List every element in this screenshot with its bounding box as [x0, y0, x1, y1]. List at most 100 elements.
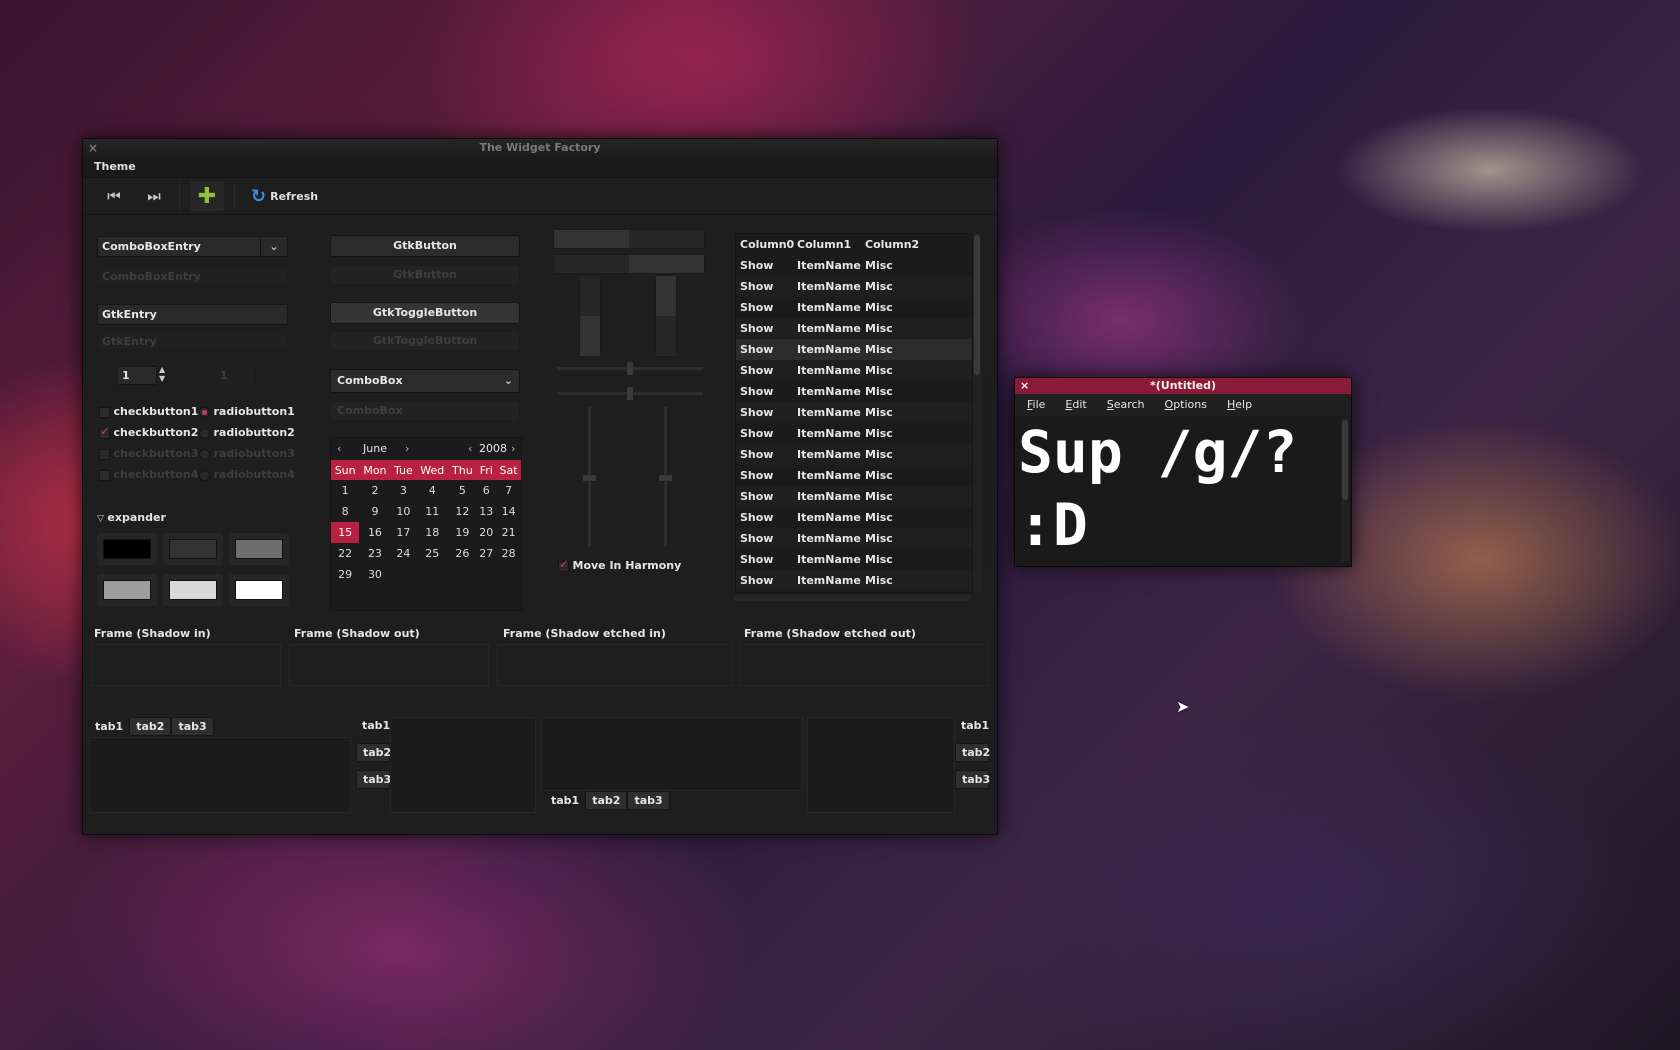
table-row[interactable]: Show ItemName Misc	[736, 255, 972, 276]
color-button-light[interactable]	[163, 574, 223, 606]
table-row[interactable]: Show ItemName Misc	[736, 276, 972, 297]
tab-2[interactable]: tab2	[585, 791, 628, 810]
calendar-day[interactable]: 17	[391, 522, 417, 543]
tab-1[interactable]: tab1	[356, 717, 390, 734]
calendar-day[interactable]: 8	[331, 501, 359, 522]
tab-2[interactable]: tab2	[955, 743, 990, 762]
hscale-slider[interactable]	[627, 387, 633, 400]
factory-titlebar[interactable]: × The Widget Factory	[83, 139, 997, 157]
calendar-day[interactable]: 13	[476, 501, 496, 522]
calendar-day[interactable]: 4	[416, 480, 448, 501]
column-header[interactable]: Column2	[865, 234, 945, 255]
column-header[interactable]: Column0	[736, 234, 797, 255]
scrollbar-thumb[interactable]	[974, 235, 980, 375]
color-button-mid[interactable]	[97, 574, 157, 606]
calendar-day[interactable]: 21	[496, 522, 521, 543]
calendar-day[interactable]: 23	[359, 543, 390, 564]
calendar-day[interactable]: 9	[359, 501, 390, 522]
calendar-day[interactable]: 24	[391, 543, 417, 564]
combo-box[interactable]: ComboBox ⌄	[330, 369, 520, 393]
calendar-day[interactable]: 7	[496, 480, 521, 501]
editor-scrollbar[interactable]	[1341, 418, 1349, 562]
close-icon[interactable]: ×	[88, 139, 98, 157]
tab-1[interactable]: tab1	[545, 792, 585, 809]
menu-file[interactable]: File	[1027, 394, 1045, 416]
calendar-day[interactable]: 2	[359, 480, 390, 501]
checkbutton-2[interactable]: checkbutton2	[99, 424, 198, 439]
table-row[interactable]: Show ItemName Misc	[736, 465, 972, 486]
tab-3[interactable]: tab3	[356, 770, 391, 789]
menu-edit[interactable]: Edit	[1065, 394, 1086, 416]
menu-options[interactable]: Options	[1165, 394, 1207, 416]
calendar-day[interactable]: 22	[331, 543, 359, 564]
table-row[interactable]: Show ItemName Misc	[736, 360, 972, 381]
goto-last-icon[interactable]: ⏭	[139, 183, 169, 209]
tab-3[interactable]: tab3	[955, 770, 990, 789]
vscale-slider[interactable]	[659, 475, 672, 481]
vscale-trough[interactable]	[583, 407, 596, 547]
calendar-day[interactable]: 12	[448, 501, 476, 522]
table-row[interactable]: Show ItemName Misc	[736, 570, 972, 591]
add-icon[interactable]: ✚	[190, 181, 224, 211]
combo-box-entry[interactable]: ComboBoxEntry ⌄	[97, 236, 288, 257]
table-row[interactable]: Show ItemName Misc	[736, 549, 972, 570]
prev-year-icon[interactable]: ‹	[468, 438, 472, 460]
editor-text-area[interactable]: Sup /g/?:D	[1015, 416, 1351, 562]
calendar-day[interactable]: 3	[391, 480, 417, 501]
calendar-day[interactable]: 25	[416, 543, 448, 564]
table-row[interactable]: Show ItemName Misc	[736, 297, 972, 318]
table-row[interactable]: Show ItemName Misc	[736, 444, 972, 465]
tree-scrollbar[interactable]	[973, 233, 981, 591]
calendar-day[interactable]: 29	[331, 564, 359, 585]
table-row[interactable]: Show ItemName Misc	[736, 339, 972, 360]
gtk-entry[interactable]: GtkEntry	[97, 304, 288, 325]
calendar-day[interactable]: 10	[391, 501, 417, 522]
expander[interactable]: ▽ expander	[97, 511, 166, 524]
table-row[interactable]: Show ItemName Misc	[736, 528, 972, 549]
tree-hscrollbar[interactable]	[735, 595, 971, 601]
move-in-harmony-check[interactable]: Move In Harmony	[558, 557, 681, 572]
menu-theme[interactable]: Theme	[94, 160, 136, 173]
menu-help[interactable]: Help	[1227, 394, 1252, 416]
hscale-slider[interactable]	[627, 362, 633, 375]
calendar-day[interactable]: 28	[496, 543, 521, 564]
color-button-black[interactable]	[97, 533, 157, 565]
spin-arrows-icon[interactable]: ▲ ▼	[159, 365, 165, 383]
table-row[interactable]: Show ItemName Misc	[736, 318, 972, 339]
refresh-button[interactable]: ↻ Refresh	[251, 186, 318, 207]
calendar-day[interactable]: 16	[359, 522, 390, 543]
calendar-day[interactable]: 19	[448, 522, 476, 543]
calendar-day[interactable]: 27	[476, 543, 496, 564]
radiobutton-2[interactable]: radiobutton2	[199, 426, 295, 439]
checkbutton-1[interactable]: checkbutton1	[99, 405, 198, 418]
tab-1[interactable]: tab1	[955, 717, 989, 734]
calendar-day[interactable]: 20	[476, 522, 496, 543]
vscale-trough[interactable]	[659, 407, 672, 547]
hscale-trough[interactable]	[557, 387, 703, 400]
color-button-white[interactable]	[229, 574, 289, 606]
calendar-day[interactable]: 6	[476, 480, 496, 501]
gtk-toggle-button[interactable]: GtkToggleButton	[330, 302, 520, 324]
tab-2[interactable]: tab2	[129, 717, 172, 736]
hscale-trough[interactable]	[557, 362, 703, 375]
calendar-day[interactable]: 30	[359, 564, 390, 585]
next-year-icon[interactable]: ›	[511, 438, 515, 460]
table-row[interactable]: Show ItemName Misc	[736, 402, 972, 423]
spin-button[interactable]: 1	[117, 366, 157, 385]
prev-month-icon[interactable]: ‹	[337, 438, 341, 460]
goto-first-icon[interactable]: ⏮	[99, 183, 129, 209]
calendar-day[interactable]: 15	[331, 522, 360, 543]
calendar-day[interactable]: 1	[331, 480, 359, 501]
calendar-day[interactable]: 18	[416, 522, 448, 543]
tab-2[interactable]: tab2	[356, 743, 391, 762]
editor-titlebar[interactable]: × *(Untitled)	[1015, 378, 1351, 394]
chevron-down-icon[interactable]: ⌄	[260, 237, 287, 256]
table-row[interactable]: Show ItemName Misc	[736, 381, 972, 402]
calendar-day[interactable]: 14	[496, 501, 521, 522]
radiobutton-1[interactable]: radiobutton1	[199, 405, 295, 418]
calendar-day[interactable]: 26	[448, 543, 476, 564]
color-button-grey[interactable]	[229, 533, 289, 565]
tab-1[interactable]: tab1	[89, 718, 129, 735]
menu-search[interactable]: Search	[1107, 394, 1145, 416]
scrollbar-thumb[interactable]	[1342, 420, 1348, 500]
